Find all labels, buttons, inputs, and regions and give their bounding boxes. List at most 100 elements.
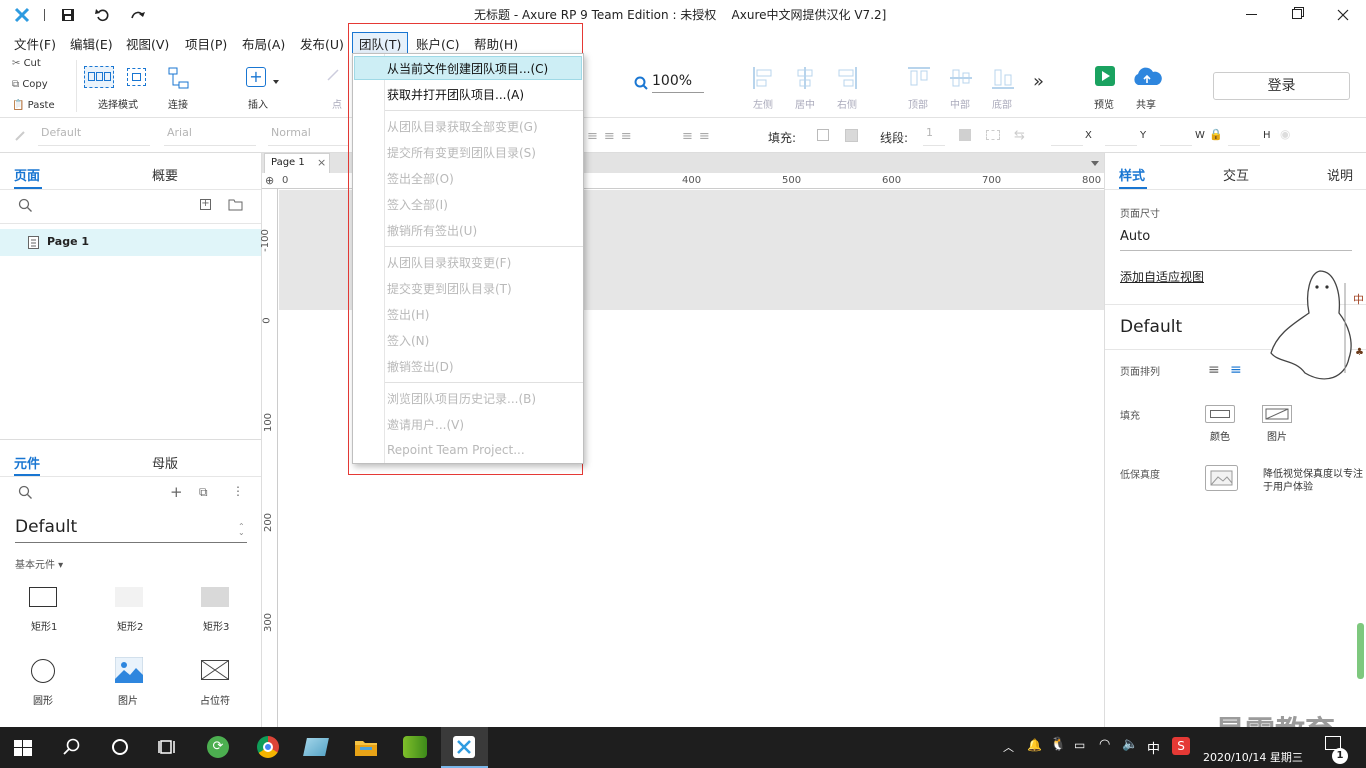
taskbar-search-icon[interactable]: [63, 738, 81, 756]
search-icon[interactable]: [18, 198, 33, 213]
add-page-icon[interactable]: +: [200, 199, 211, 210]
menu-arrange[interactable]: 布局(A): [242, 34, 285, 53]
windows-start-icon[interactable]: [14, 740, 32, 756]
low-fidelity-toggle-icon[interactable]: [1205, 465, 1238, 491]
fill-image-button[interactable]: [1262, 405, 1292, 423]
menu-project[interactable]: 项目(P): [185, 34, 227, 53]
rectangle1-icon[interactable]: [29, 587, 57, 607]
stroke-pattern-icon[interactable]: [986, 130, 1000, 140]
qq-icon[interactable]: 🐧: [1050, 737, 1066, 752]
text-align-icons[interactable]: ≡≡≡: [587, 129, 638, 144]
team-menu-item[interactable]: 签出(H): [387, 306, 429, 323]
align-right-icon[interactable]: [836, 66, 858, 90]
rectangle2-icon[interactable]: [115, 587, 143, 607]
tab-list-chevron-icon[interactable]: [1091, 161, 1099, 166]
add-adaptive-view-link[interactable]: 添加自适应视图: [1120, 268, 1204, 285]
undo-icon[interactable]: [95, 7, 111, 23]
menu-file[interactable]: 文件(F): [14, 34, 56, 53]
point-icon[interactable]: [326, 68, 340, 82]
tab-widgets[interactable]: 元件: [14, 453, 40, 472]
team-menu-item[interactable]: 邀请用户...(V): [387, 416, 464, 433]
wifi-icon[interactable]: ◠: [1099, 737, 1110, 752]
maximize-button[interactable]: [1292, 9, 1302, 19]
widget-search-icon[interactable]: [18, 485, 33, 500]
align-bottom-icon[interactable]: [991, 66, 1015, 90]
sogou-ime-icon[interactable]: S: [1172, 737, 1190, 755]
select-contained-icon[interactable]: [127, 68, 146, 86]
close-button[interactable]: [1337, 9, 1349, 21]
tab-notes[interactable]: 说明: [1327, 165, 1353, 184]
minimize-button[interactable]: [1246, 14, 1257, 15]
team-menu-item[interactable]: 从团队目录获取变更(F): [387, 254, 511, 271]
ime-indicator[interactable]: 中: [1147, 738, 1160, 757]
volume-icon[interactable]: 🔈: [1122, 737, 1138, 752]
app-360-icon[interactable]: ⟳: [207, 736, 229, 758]
tab-outline[interactable]: 概要: [152, 165, 178, 184]
visibility-eye-icon[interactable]: ◉: [1280, 127, 1290, 141]
redo-icon[interactable]: [130, 7, 146, 23]
cut-button[interactable]: ✂ Cut: [12, 58, 41, 69]
file-explorer-icon[interactable]: [354, 737, 378, 757]
h-input[interactable]: [1228, 126, 1260, 146]
canvas-tab[interactable]: Page 1 ×: [264, 153, 330, 173]
widget-category[interactable]: 基本元件 ▾: [15, 556, 63, 571]
page-size-select[interactable]: Auto: [1120, 229, 1352, 251]
app-notes-icon[interactable]: [303, 738, 329, 756]
task-view-icon[interactable]: [158, 738, 178, 756]
library-select[interactable]: Default: [15, 517, 247, 543]
tab-interactions[interactable]: 交互: [1223, 165, 1249, 184]
team-menu-item[interactable]: 从团队目录获取全部变更(G): [387, 118, 538, 135]
font-select[interactable]: Arial: [164, 126, 256, 146]
notification-bell-icon[interactable]: 🔔: [1027, 738, 1042, 752]
tray-chevron-icon[interactable]: ︿: [1003, 739, 1014, 755]
format-painter-icon[interactable]: [14, 128, 28, 142]
right-panel-scrollbar[interactable]: [1357, 623, 1364, 679]
copy-button[interactable]: ⧉ Copy: [12, 79, 48, 90]
team-menu-item[interactable]: 签入(N): [387, 332, 429, 349]
menu-view[interactable]: 视图(V): [126, 34, 169, 53]
add-folder-icon[interactable]: [228, 198, 243, 211]
connect-icon[interactable]: [167, 66, 191, 90]
add-library-icon[interactable]: +: [170, 483, 183, 501]
team-menu-item[interactable]: 签出全部(O): [387, 170, 454, 187]
align-center-icon[interactable]: [794, 66, 816, 90]
image-icon[interactable]: [115, 657, 143, 683]
preview-play-icon[interactable]: [1095, 66, 1115, 86]
cortana-icon[interactable]: [112, 739, 128, 755]
align-top-icon[interactable]: [907, 66, 931, 90]
page-list-item[interactable]: Page 1: [0, 229, 261, 256]
circle-icon[interactable]: [31, 659, 55, 683]
close-tab-icon[interactable]: ×: [317, 156, 326, 169]
arrow-style-icon[interactable]: ⇆: [1014, 128, 1025, 143]
style-select[interactable]: Default: [38, 126, 150, 146]
team-menu-item[interactable]: 撤销所有签出(U): [387, 222, 477, 239]
save-icon[interactable]: [61, 8, 75, 22]
select-mode-icon[interactable]: [84, 66, 114, 88]
stroke-width-input[interactable]: 1: [923, 126, 945, 146]
insert-plus-icon[interactable]: +: [246, 67, 266, 87]
placeholder-icon[interactable]: [201, 660, 229, 680]
battery-icon[interactable]: ▭: [1074, 738, 1085, 752]
page-style-name[interactable]: Default: [1120, 317, 1182, 337]
more-chevron-icon[interactable]: »: [1033, 71, 1044, 92]
fill-color-swatch[interactable]: [817, 129, 829, 141]
team-menu-item[interactable]: 浏览团队项目历史记录...(B): [387, 390, 536, 407]
align-middle-icon[interactable]: [949, 66, 973, 90]
more-vertical-icon[interactable]: ⋮: [232, 484, 244, 498]
team-menu-item[interactable]: 提交变更到团队目录(T): [387, 280, 512, 297]
fill-color-button[interactable]: [1205, 405, 1235, 423]
login-button[interactable]: 登录: [1213, 72, 1350, 100]
share-cloud-icon[interactable]: [1130, 65, 1164, 89]
align-left-icon[interactable]: [752, 66, 774, 90]
taskbar-date[interactable]: 2020/10/14 星期三: [1203, 749, 1303, 765]
y-input[interactable]: [1105, 126, 1137, 146]
vertical-align-icons[interactable]: ≡≡: [682, 129, 716, 144]
library-copy-icon[interactable]: ⧉: [199, 485, 208, 500]
zoom-select[interactable]: 100%: [652, 73, 704, 93]
menu-edit[interactable]: 编辑(E): [70, 34, 113, 53]
x-input[interactable]: [1051, 126, 1083, 146]
team-menu-item[interactable]: 撤销签出(D): [387, 358, 454, 375]
w-input[interactable]: [1160, 126, 1192, 146]
paste-button[interactable]: 📋 Paste: [12, 100, 55, 111]
weight-select[interactable]: Normal: [268, 126, 348, 146]
